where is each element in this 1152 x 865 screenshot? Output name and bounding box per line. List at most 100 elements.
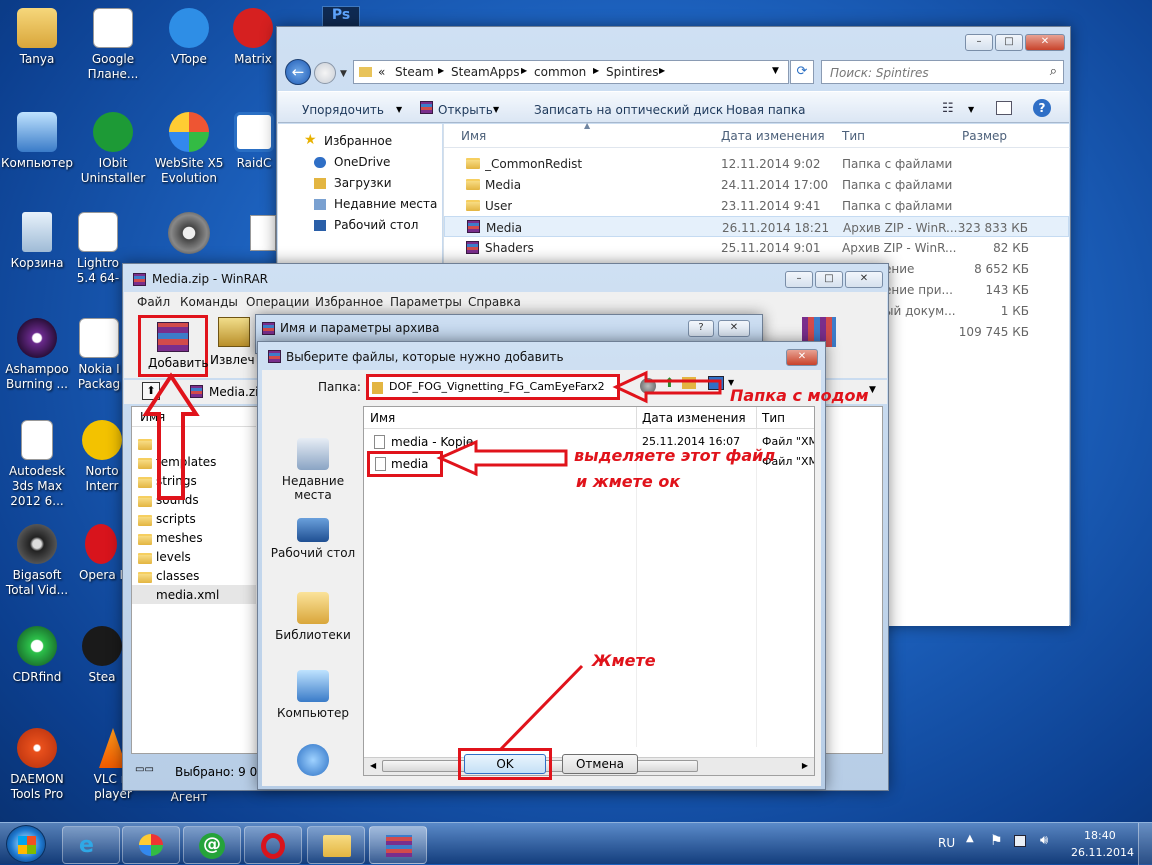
- taskbar-winrar[interactable]: [369, 826, 427, 864]
- cancel-button[interactable]: Отмена: [562, 754, 638, 774]
- language-indicator[interactable]: RU: [938, 836, 955, 850]
- menu-favorites[interactable]: Избранное: [315, 295, 383, 309]
- new-folder-button[interactable]: Новая папка: [726, 103, 805, 117]
- menu-options[interactable]: Параметры: [390, 295, 462, 309]
- menu-commands[interactable]: Команды: [180, 295, 238, 309]
- back-button[interactable]: ←: [285, 59, 311, 85]
- action-center-flag-icon[interactable]: ⚑: [990, 833, 1003, 849]
- show-hidden-icons[interactable]: ▲: [966, 833, 974, 844]
- ok-button[interactable]: OK: [464, 754, 546, 774]
- place-computer[interactable]: Компьютер: [262, 670, 364, 720]
- burn-disc-button[interactable]: Записать на оптический диск: [534, 103, 723, 117]
- refresh-button[interactable]: ⟳: [790, 60, 814, 84]
- table-row[interactable]: _CommonRedist 12.11.2014 9:02 Папка с фа…: [444, 153, 1069, 174]
- start-button[interactable]: [6, 825, 46, 863]
- menu-file[interactable]: Файл: [137, 295, 170, 309]
- desktop-icon-3dsmax[interactable]: Autodesk 3ds Max 2012 6...: [0, 420, 77, 509]
- close-button[interactable]: ✕: [786, 349, 818, 366]
- show-desktop-button[interactable]: [1138, 823, 1152, 865]
- breadcrumb-common[interactable]: common: [534, 65, 586, 79]
- desktop-icon-opera[interactable]: Opera I: [78, 524, 124, 583]
- col-name[interactable]: Имя: [370, 411, 395, 425]
- forward-button[interactable]: [314, 62, 336, 84]
- chevron-down-icon[interactable]: ▼: [869, 385, 876, 395]
- history-dropdown-icon[interactable]: ▼: [340, 69, 347, 79]
- close-button[interactable]: ✕: [845, 271, 883, 288]
- list-item[interactable]: classes: [156, 569, 199, 583]
- table-row[interactable]: Shaders 25.11.2014 9:01 Архив ZIP - WinR…: [444, 237, 1069, 258]
- desktop-icon-steam[interactable]: Stea: [80, 626, 124, 685]
- col-type[interactable]: Тип: [762, 411, 785, 425]
- maximize-button[interactable]: □: [995, 34, 1023, 51]
- view-options-icon[interactable]: ☷: [942, 101, 954, 116]
- search-input[interactable]: Поиск: Spintires ⌕: [821, 60, 1064, 84]
- table-row[interactable]: Media 24.11.2014 17:00 Папка с файлами: [444, 174, 1069, 195]
- desktop-icon-daemon-tools[interactable]: DAEMON Tools Pro: [0, 728, 77, 802]
- taskbar-paint[interactable]: [122, 826, 180, 864]
- chevron-down-icon[interactable]: ▼: [968, 105, 974, 114]
- help-button[interactable]: ?: [688, 320, 714, 337]
- minimize-button[interactable]: –: [965, 34, 993, 51]
- menu-help[interactable]: Справка: [468, 295, 521, 309]
- desktop-icon-matrix[interactable]: Matrix: [223, 8, 283, 67]
- folder-select[interactable]: DOF_FOG_Vignetting_FG_CamEyeFarx2: [366, 374, 620, 400]
- maximize-button[interactable]: □: [815, 271, 843, 288]
- scroll-right-icon[interactable]: ▶: [802, 761, 808, 770]
- photoshop-icon[interactable]: Ps: [322, 6, 360, 28]
- address-bar[interactable]: « Steam ▶ SteamApps ▶ common ▶ Spintires…: [353, 60, 789, 84]
- close-button[interactable]: ✕: [1025, 34, 1065, 51]
- taskbar-mail-agent[interactable]: @: [183, 826, 241, 864]
- desktop-icon-agent[interactable]: Агент: [149, 790, 229, 805]
- breadcrumb-steamapps[interactable]: SteamApps: [451, 65, 519, 79]
- desktop-icon-vtope[interactable]: VTope: [149, 8, 229, 67]
- place-desktop[interactable]: Рабочий стол: [262, 518, 364, 560]
- clock-time[interactable]: 18:40: [1084, 829, 1116, 842]
- table-row[interactable]: User 23.11.2014 9:41 Папка с файлами: [444, 195, 1069, 216]
- desktop-icon-recycle-bin[interactable]: Корзина: [0, 212, 77, 271]
- desktop-icon-google-earth[interactable]: Google Плане...: [73, 8, 153, 82]
- desktop-icon-iobit[interactable]: IObit Uninstaller: [73, 112, 153, 186]
- desktop-icon-tanya[interactable]: Tanya: [0, 8, 77, 67]
- close-button[interactable]: ✕: [718, 320, 750, 337]
- menu-operations[interactable]: Операции: [246, 295, 309, 309]
- taskbar-explorer[interactable]: [307, 826, 365, 864]
- chevron-down-icon[interactable]: ▼: [772, 66, 779, 76]
- clock-date[interactable]: 26.11.2014: [1071, 846, 1134, 859]
- list-item[interactable]: scripts: [156, 512, 196, 526]
- breadcrumb-steam[interactable]: Steam: [395, 65, 434, 79]
- desktop-icon-computer[interactable]: Компьютер: [0, 112, 77, 171]
- preview-pane-icon[interactable]: [996, 101, 1012, 115]
- volume-icon[interactable]: 🔊︎: [1040, 833, 1048, 848]
- place-libraries[interactable]: Библиотеки: [262, 592, 364, 642]
- col-date[interactable]: Дата изменения: [642, 411, 746, 425]
- desktop-icon-bigasoft[interactable]: Bigasoft Total Vid...: [0, 524, 77, 598]
- place-network[interactable]: [262, 744, 364, 780]
- place-recent[interactable]: Недавние места: [262, 438, 364, 502]
- nav-favorites[interactable]: Избранное: [324, 134, 392, 148]
- scroll-left-icon[interactable]: ◀: [370, 761, 376, 770]
- taskbar-ie[interactable]: e: [62, 826, 120, 864]
- col-size[interactable]: Размер: [962, 129, 1007, 143]
- taskbar-opera[interactable]: [244, 826, 302, 864]
- col-date[interactable]: Дата изменения: [721, 129, 825, 143]
- file-row-selected[interactable]: media: [367, 451, 443, 477]
- desktop-icon-ashampoo[interactable]: Ashampoo Burning ...: [0, 318, 77, 392]
- list-item[interactable]: levels: [156, 550, 191, 564]
- desktop-icon-cdrfind[interactable]: CDRfind: [0, 626, 77, 685]
- desktop-icon-raidcall[interactable]: RaidC: [225, 112, 283, 171]
- breadcrumb-spintires[interactable]: Spintires: [606, 65, 659, 79]
- col-type[interactable]: Тип: [842, 129, 865, 143]
- network-icon[interactable]: [1014, 835, 1026, 847]
- desktop-icon-lightroom[interactable]: Lightro 5.4 64-: [73, 212, 123, 286]
- desktop-icon-nokia[interactable]: Nokia I Packag: [73, 318, 125, 392]
- col-name[interactable]: Имя: [461, 129, 486, 143]
- nav-downloads[interactable]: Загрузки: [334, 176, 392, 190]
- list-item[interactable]: meshes: [156, 531, 203, 545]
- open-button[interactable]: Открыть: [438, 103, 493, 117]
- help-icon[interactable]: ?: [1033, 99, 1051, 117]
- nav-recent[interactable]: Недавние места: [334, 197, 437, 211]
- organize-button[interactable]: Упорядочить: [302, 103, 384, 117]
- nav-desktop[interactable]: Рабочий стол: [334, 218, 418, 232]
- film-reel-icon[interactable]: [168, 212, 210, 254]
- minimize-button[interactable]: –: [785, 271, 813, 288]
